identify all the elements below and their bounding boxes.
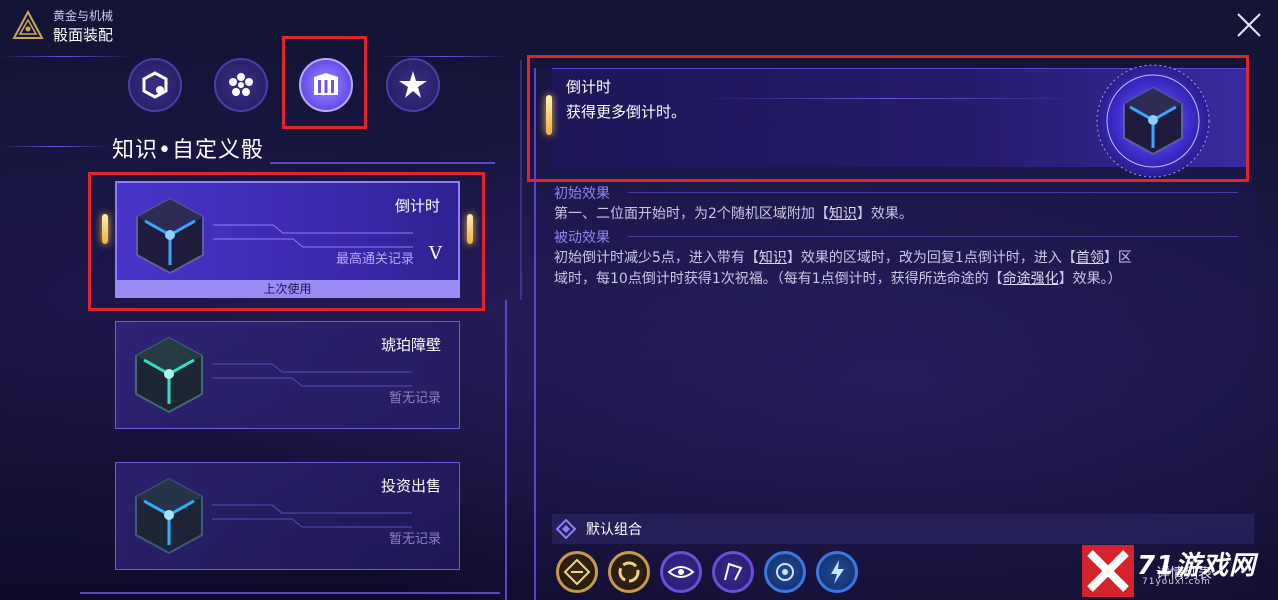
tab-hexagon[interactable]: [128, 58, 182, 112]
watermark-subtext: 71youxi.com: [1142, 577, 1211, 587]
diamond-grid-icon: [563, 558, 591, 586]
section-title: 知识•自定义骰: [112, 138, 264, 163]
combo-label: 默认组合: [586, 522, 642, 538]
combo-slot-1[interactable]: [556, 551, 598, 593]
dice-card-invest-sell[interactable]: 投资出售 暂无记录: [115, 462, 460, 570]
text-part: 】效果。）: [1058, 271, 1122, 287]
dice-cube-icon: [135, 477, 203, 555]
swirl-icon: [618, 561, 640, 583]
initial-effect-title: 初始效果: [554, 186, 610, 202]
watermark-logo-icon: [1082, 545, 1134, 597]
card-record: 暂无记录: [388, 391, 441, 406]
combo-bar: [552, 514, 1254, 544]
decor-line: [380, 56, 510, 57]
flower-icon: [776, 563, 794, 581]
game-name: 黄金与机械: [53, 9, 114, 23]
decor-line: [270, 162, 495, 164]
keyword-link[interactable]: 知识: [829, 206, 857, 222]
card-name: 琥珀障壁: [380, 336, 441, 354]
initial-effect-text: 第一、二位面开始时，为2个随机区域附加【知识】效果。: [554, 204, 913, 225]
text-part: 】效果。: [856, 206, 913, 222]
card-record: 暂无记录: [388, 532, 441, 547]
passive-effect-title: 被动效果: [554, 230, 610, 246]
combo-slot-3[interactable]: [660, 551, 702, 593]
passive-effect-text: 初始倒计时减少5点，进入带有【知识】效果的区域时，改为回复1点倒计时，进入【首领…: [554, 248, 1244, 290]
card-name: 投资出售: [380, 477, 441, 495]
watermark: 71游戏网 71youxi.com: [1082, 543, 1278, 600]
keyword-link[interactable]: 首领: [1076, 250, 1104, 266]
combo-icon: [556, 519, 576, 539]
circuit-wires: [212, 504, 412, 528]
game-logo-icon: [12, 10, 44, 39]
combo-slot-2[interactable]: [608, 551, 650, 593]
tab-star[interactable]: [386, 58, 440, 112]
section-divider: [628, 192, 1238, 193]
decor-line: [80, 592, 500, 594]
combo-slot-4[interactable]: [712, 551, 754, 593]
keyword-link[interactable]: 知识: [759, 250, 787, 266]
section-divider: [628, 236, 1238, 237]
star-burst-icon: [399, 71, 427, 98]
dice-cube-icon: [135, 336, 203, 414]
text-part: 初始倒计时减少5点，进入带有【: [554, 250, 759, 266]
text-part: 第一、二位面开始时，为2个随机区域附加【: [554, 206, 829, 222]
highlight-detail: [527, 55, 1249, 182]
page-title: 骰面装配: [53, 26, 114, 44]
text-part: 】效果的区域时，改为回复1点倒计时，进入【: [786, 250, 1076, 266]
decor-line: [0, 146, 110, 147]
rune-icon: [724, 562, 743, 581]
highlight-tab: [282, 36, 367, 129]
keyword-link[interactable]: 命途强化: [1003, 271, 1059, 287]
dice-card-amber-barrier[interactable]: 琥珀障壁 暂无记录: [115, 321, 460, 429]
eye-icon: [667, 566, 695, 578]
hexagon-link-icon: [142, 71, 168, 99]
decor-line: [505, 300, 507, 600]
lightning-icon: [831, 560, 844, 584]
circuit-wires: [212, 363, 412, 387]
highlight-card: [88, 172, 485, 311]
decor-line: [0, 56, 130, 57]
decor-line: [520, 60, 522, 300]
text-part: 域时，每10点倒计时获得1次祝福。（每有1点倒计时，获得所选命途的【: [554, 271, 1003, 287]
text-part: 】区: [1103, 250, 1132, 266]
combo-slot-5[interactable]: [764, 551, 806, 593]
tab-flower[interactable]: [214, 58, 268, 112]
flower-dots-icon: [229, 73, 253, 96]
close-icon[interactable]: [1234, 10, 1264, 40]
combo-slot-6[interactable]: [816, 551, 858, 593]
